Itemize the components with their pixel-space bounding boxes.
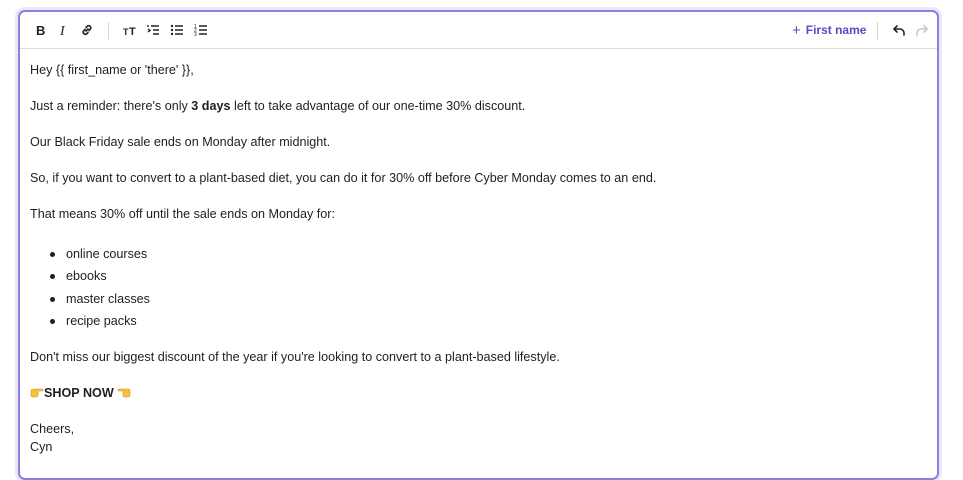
redo-icon	[916, 25, 928, 36]
sender-name: Cyn	[30, 440, 53, 454]
link-icon	[82, 24, 92, 36]
bullet-dot	[50, 319, 55, 324]
convert-line: So, if you want to convert to a plant-ba…	[30, 171, 657, 185]
bold-button[interactable]: B	[28, 19, 52, 41]
svg-text:3: 3	[194, 32, 197, 37]
signoff-line: Cheers,	[30, 422, 75, 436]
greeting-line: Hey {{ first_name or 'there' }},	[30, 63, 194, 77]
bold-icon: B	[36, 23, 45, 37]
pointing-left-hand-icon	[117, 388, 131, 398]
numbered-list-button[interactable]: 1 2 3	[189, 19, 213, 41]
bullet-dot	[50, 297, 55, 302]
insert-first-name-button[interactable]: + First name	[792, 19, 866, 41]
redo-button[interactable]	[910, 19, 934, 41]
indent-icon	[147, 25, 159, 35]
svg-text:T: T	[129, 26, 136, 37]
dont-miss-line: Don't miss our biggest discount of the y…	[30, 350, 560, 364]
italic-icon: I	[59, 24, 66, 37]
bullet-list-button[interactable]	[165, 19, 189, 41]
toolbar-divider	[877, 22, 878, 40]
svg-text:I: I	[59, 24, 66, 37]
text-size-button[interactable]: T T	[118, 19, 142, 41]
numbered-list-icon: 1 2 3	[194, 24, 207, 37]
pointing-right-hand-icon	[30, 388, 44, 398]
bullet-dot	[50, 274, 55, 279]
link-button[interactable]	[75, 19, 99, 41]
editor-toolbar: B I T T 1 2 3 + First name	[20, 12, 937, 49]
text-size-icon: T T	[123, 26, 136, 37]
italic-button[interactable]: I	[51, 19, 75, 41]
undo-icon	[893, 25, 905, 36]
shop-now-line[interactable]: SHOP NOW	[30, 384, 131, 402]
sale-end-line: Our Black Friday sale ends on Monday aft…	[30, 135, 331, 149]
svg-text:B: B	[36, 23, 45, 37]
reminder-line: Just a reminder: there's only 3 days lef…	[30, 99, 526, 113]
insert-first-name-label: First name	[805, 23, 867, 37]
means-line: That means 30% off until the sale ends o…	[30, 207, 335, 221]
bullet-dot	[50, 252, 55, 257]
plus-icon: +	[792, 21, 801, 39]
indent-list-button[interactable]	[141, 19, 165, 41]
toolbar-divider	[108, 22, 109, 40]
bullet-list-icon	[170, 24, 183, 36]
undo-button[interactable]	[887, 19, 911, 41]
email-editor[interactable]: B I T T 1 2 3 + First name Hey {{first_…	[18, 10, 939, 480]
reminder-bold-text: 3 days	[191, 99, 231, 113]
shop-now-link[interactable]: SHOP NOW	[44, 386, 114, 400]
